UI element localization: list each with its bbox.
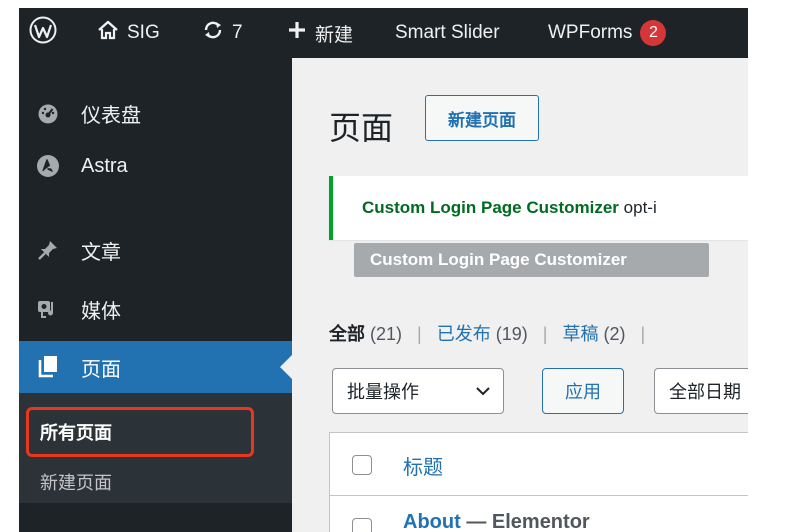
row-title: About — Elementor bbox=[403, 511, 590, 532]
sidebar-item-pages[interactable]: 页面 bbox=[19, 341, 292, 393]
wp-admin-viewport: SIG 7 新建 Smart Slider WPForms 2 仪表盘 Astr… bbox=[19, 8, 748, 532]
pages-table: 标题 About — Elementor bbox=[329, 432, 748, 532]
notice-plugin-name: Custom Login Page Customizer bbox=[362, 198, 619, 217]
filter-all-count: (21) bbox=[370, 324, 403, 344]
media-camera-icon bbox=[36, 297, 60, 321]
sidebar-item-label: 仪表盘 bbox=[81, 104, 141, 127]
sidebar-item-media[interactable]: 媒体 bbox=[19, 284, 292, 334]
bulk-actions-select[interactable]: 批量操作 bbox=[332, 368, 504, 414]
sidebar-item-label: 媒体 bbox=[81, 300, 121, 323]
submenu-add-new-page[interactable]: 新建页面 bbox=[40, 469, 112, 495]
sidebar-item-dashboard[interactable]: 仪表盘 bbox=[19, 88, 292, 138]
notification-badge: 2 bbox=[640, 20, 667, 46]
sidebar-item-posts[interactable]: 文章 bbox=[19, 225, 292, 275]
sidebar-item-label: Astra bbox=[81, 154, 128, 177]
chevron-down-icon bbox=[475, 383, 491, 404]
apply-button[interactable]: 应用 bbox=[542, 368, 624, 414]
row-title-link[interactable]: About bbox=[403, 511, 461, 532]
notice-body-text: opt-i bbox=[623, 198, 657, 217]
admin-bar: SIG 7 新建 Smart Slider WPForms 2 bbox=[19, 8, 748, 58]
site-name-menu[interactable]: SIG bbox=[97, 8, 160, 58]
table-header: 标题 bbox=[330, 433, 748, 496]
status-filter-links: 全部 (21) | 已发布 (19) | 草稿 (2) | bbox=[329, 320, 655, 346]
table-row: About — Elementor bbox=[330, 496, 748, 532]
filter-all-link[interactable]: 全部 bbox=[329, 324, 365, 344]
smart-slider-label: Smart Slider bbox=[395, 22, 500, 43]
date-filter-select[interactable]: 全部日期 bbox=[654, 368, 748, 414]
column-title-header[interactable]: 标题 bbox=[403, 451, 443, 480]
smart-slider-menu[interactable]: Smart Slider bbox=[395, 8, 500, 58]
dashboard-gauge-icon bbox=[36, 101, 60, 125]
updates-menu[interactable]: 7 bbox=[202, 8, 243, 58]
filter-separator: | bbox=[417, 324, 422, 344]
wordpress-logo-menu[interactable] bbox=[29, 8, 57, 58]
new-label: 新建 bbox=[315, 24, 354, 46]
pushpin-icon bbox=[36, 238, 60, 262]
add-new-page-button[interactable]: 新建页面 bbox=[425, 95, 539, 141]
filter-draft-count: (2) bbox=[603, 324, 626, 344]
sidebar-item-label: 页面 bbox=[81, 358, 121, 381]
highlight-annotation-box bbox=[26, 407, 254, 457]
astra-logo-icon bbox=[36, 154, 60, 178]
filter-separator: | bbox=[542, 324, 548, 344]
wordpress-logo-icon bbox=[29, 16, 57, 50]
sidebar-item-label: 文章 bbox=[81, 241, 121, 264]
refresh-icon bbox=[202, 19, 224, 47]
wpforms-menu[interactable]: WPForms 2 bbox=[548, 8, 667, 58]
new-content-menu[interactable]: 新建 bbox=[287, 8, 353, 58]
updates-count: 7 bbox=[232, 22, 243, 43]
main-content: 页面 新建页面 Custom Login Page Customizer opt… bbox=[292, 58, 748, 532]
filter-draft-link[interactable]: 草稿 bbox=[563, 324, 599, 344]
sidebar-item-astra[interactable]: Astra bbox=[19, 141, 292, 191]
filter-published-link[interactable]: 已发布 bbox=[437, 324, 491, 344]
notice-plugin-button[interactable]: Custom Login Page Customizer bbox=[354, 243, 709, 277]
bulk-actions-value: 批量操作 bbox=[347, 382, 419, 402]
plugin-notice: Custom Login Page Customizer opt-i bbox=[329, 176, 748, 240]
wpforms-label: WPForms bbox=[548, 22, 633, 43]
site-name: SIG bbox=[127, 22, 160, 43]
pages-icon bbox=[36, 354, 60, 378]
row-post-state: — Elementor bbox=[466, 511, 590, 532]
select-all-checkbox[interactable] bbox=[352, 455, 372, 475]
page-title: 页面 bbox=[329, 110, 394, 146]
filter-separator: | bbox=[640, 324, 646, 344]
row-checkbox[interactable] bbox=[352, 518, 372, 532]
date-filter-value: 全部日期 bbox=[669, 382, 741, 402]
admin-sidebar: 仪表盘 Astra 文章 媒体 页面 所有页面 新建页面 bbox=[19, 58, 292, 532]
plus-icon bbox=[287, 20, 307, 46]
home-icon bbox=[97, 19, 119, 47]
notice-text: Custom Login Page Customizer opt-i bbox=[362, 198, 657, 218]
filter-published-count: (19) bbox=[495, 324, 528, 344]
